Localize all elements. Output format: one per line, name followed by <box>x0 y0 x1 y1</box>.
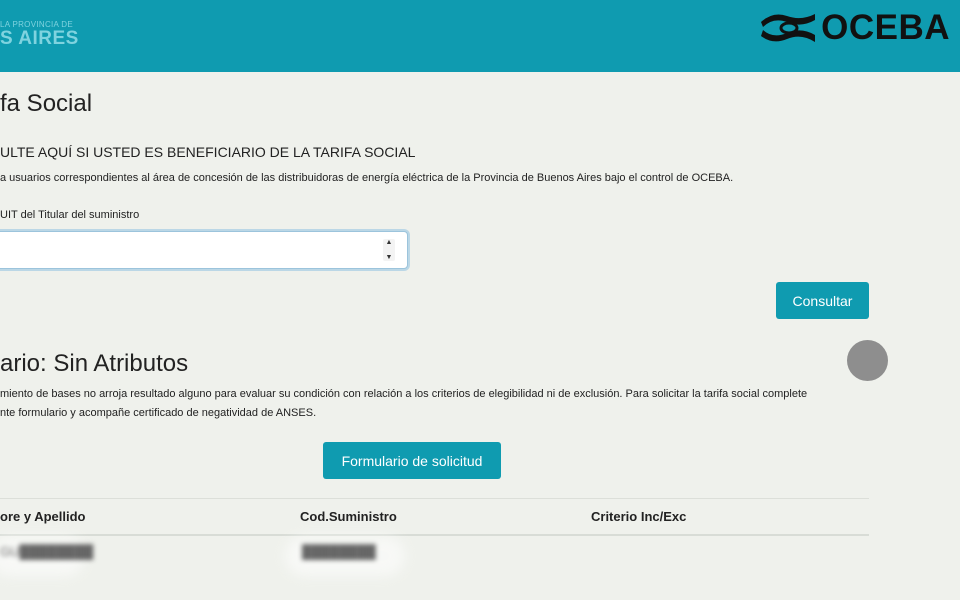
oceba-logo-text: OCEBA <box>821 8 950 47</box>
cuit-field-wrapper: ▲ ▼ <box>0 231 408 269</box>
query-description: a usuarios correspondientes al área de c… <box>0 172 734 184</box>
column-header-cod-suministro: Cod.Suministro <box>300 509 397 524</box>
formulario-solicitud-button[interactable]: Formulario de solicitud <box>323 442 501 479</box>
consultar-button[interactable]: Consultar <box>776 282 869 319</box>
result-message-line-1: miento de bases no arroja resultado algu… <box>0 388 808 400</box>
cuit-input[interactable] <box>0 232 375 266</box>
page-title: fa Social <box>0 90 93 117</box>
oceba-hands-icon <box>761 14 816 42</box>
spinner-up-icon[interactable]: ▲ <box>386 239 393 246</box>
spinner-down-icon[interactable]: ▼ <box>386 254 393 261</box>
oceba-logo[interactable]: OCEBA <box>759 8 950 48</box>
number-spinner[interactable]: ▲ ▼ <box>383 239 395 261</box>
cuit-label: UIT del Titular del suministro <box>0 209 140 221</box>
table-top-divider <box>0 498 869 499</box>
table-cell-cod-suministro: ████████ <box>302 544 376 559</box>
province-logo-big-text: S AIRES <box>0 28 79 49</box>
result-title: ario: Sin Atributos <box>0 350 189 377</box>
column-header-criterio: Criterio Inc/Exc <box>591 509 687 524</box>
header-bar: LA PROVINCIA DE S AIRES OCEBA <box>0 0 960 72</box>
table-cell-nombre: GU████████ <box>0 544 94 559</box>
table-header-divider <box>0 534 869 536</box>
query-subtitle: ULTE AQUÍ SI USTED ES BENEFICIARIO DE LA… <box>0 144 416 160</box>
result-message-line-2: nte formulario y acompañe certificado de… <box>0 407 317 419</box>
floating-circle-button[interactable] <box>847 340 888 381</box>
column-header-nombre: ore y Apellido <box>0 509 86 524</box>
